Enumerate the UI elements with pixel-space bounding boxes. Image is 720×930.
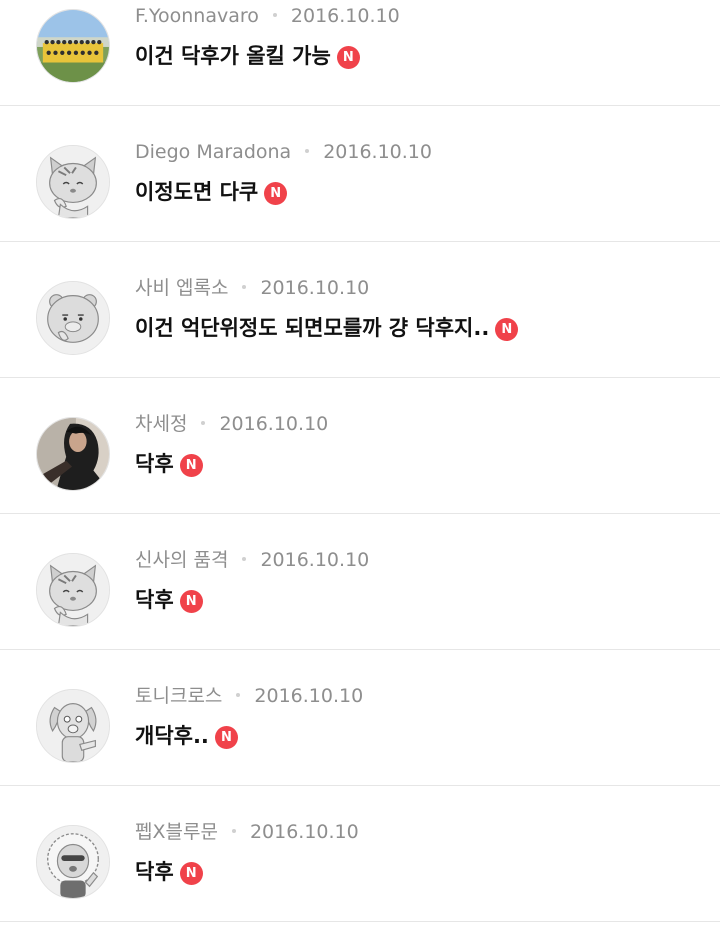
post-date: 2016.10.10 bbox=[254, 685, 364, 707]
author-name[interactable]: 신사의 품격 bbox=[135, 549, 228, 571]
post-title-text[interactable]: 닥후 bbox=[135, 588, 174, 612]
list-item[interactable]: 토니크로스 2016.10.10 개닥후.. N bbox=[0, 650, 720, 786]
bear-character-avatar[interactable] bbox=[36, 281, 110, 355]
post-title-text[interactable]: 이건 닥후가 올킬 가능 bbox=[135, 44, 331, 68]
post-meta: Diego Maradona 2016.10.10 bbox=[135, 140, 432, 164]
post-list: F.Yoonnavaro 2016.10.10 이건 닥후가 올킬 가능 N Die… bbox=[0, 0, 720, 922]
post-title-text[interactable]: 개닥후.. bbox=[135, 724, 209, 748]
separator-dot bbox=[201, 420, 206, 425]
author-name[interactable]: 사비 엡록소 bbox=[135, 277, 228, 299]
post-meta: 신사의 품격 2016.10.10 bbox=[135, 548, 369, 572]
person-photo-avatar[interactable] bbox=[36, 417, 110, 491]
cat-character-avatar[interactable] bbox=[36, 145, 110, 219]
lion-character-avatar[interactable] bbox=[36, 825, 110, 899]
new-badge-icon: N bbox=[179, 862, 203, 885]
list-item[interactable]: 펩X블루문 2016.10.10 닥후 N bbox=[0, 786, 720, 922]
post-title-text[interactable]: 닥후 bbox=[135, 452, 174, 476]
post-title[interactable]: 닥후 N bbox=[135, 450, 203, 478]
separator-dot bbox=[231, 828, 236, 833]
author-name[interactable]: F.Yoonnavaro bbox=[135, 5, 259, 27]
cat-character-avatar[interactable] bbox=[36, 553, 110, 627]
post-meta: F.Yoonnavaro 2016.10.10 bbox=[135, 4, 400, 28]
post-date: 2016.10.10 bbox=[260, 549, 370, 571]
post-title[interactable]: 닥후 N bbox=[135, 858, 203, 886]
post-date: 2016.10.10 bbox=[290, 5, 400, 27]
post-meta: 사비 엡록소 2016.10.10 bbox=[135, 276, 369, 300]
author-name[interactable]: 차세정 bbox=[135, 413, 187, 435]
post-title-text[interactable]: 이건 억단위정도 되면모를까 걍 닥후지.. bbox=[135, 316, 489, 340]
author-name[interactable]: 펩X블루문 bbox=[135, 821, 218, 843]
post-meta: 토니크로스 2016.10.10 bbox=[135, 684, 363, 708]
post-title-text[interactable]: 닥후 bbox=[135, 860, 174, 884]
post-title[interactable]: 개닥후.. N bbox=[135, 722, 238, 750]
post-date: 2016.10.10 bbox=[260, 277, 370, 299]
list-item[interactable]: 차세정 2016.10.10 닥후 N bbox=[0, 378, 720, 514]
post-date: 2016.10.10 bbox=[249, 821, 359, 843]
team-photo-avatar[interactable] bbox=[36, 9, 110, 83]
separator-dot bbox=[305, 148, 310, 153]
separator-dot bbox=[242, 284, 247, 289]
separator-dot bbox=[272, 12, 277, 17]
post-date: 2016.10.10 bbox=[323, 141, 432, 163]
separator-dot bbox=[242, 556, 247, 561]
new-badge-icon: N bbox=[179, 590, 203, 613]
new-badge-icon: N bbox=[214, 726, 238, 749]
dog-character-avatar[interactable] bbox=[36, 689, 110, 763]
post-meta: 차세정 2016.10.10 bbox=[135, 412, 328, 436]
list-item[interactable]: F.Yoonnavaro 2016.10.10 이건 닥후가 올킬 가능 N bbox=[0, 0, 720, 106]
post-date: 2016.10.10 bbox=[219, 413, 329, 435]
post-title-text[interactable]: 이정도면 다쿠 bbox=[135, 180, 258, 204]
list-item[interactable]: 사비 엡록소 2016.10.10 이건 억단위정도 되면모를까 걍 닥후지.. N bbox=[0, 242, 720, 378]
post-title[interactable]: 이건 억단위정도 되면모를까 걍 닥후지.. N bbox=[135, 314, 519, 342]
list-item[interactable]: 신사의 품격 2016.10.10 닥후 N bbox=[0, 514, 720, 650]
post-meta: 펩X블루문 2016.10.10 bbox=[135, 820, 359, 844]
separator-dot bbox=[236, 692, 241, 697]
post-title[interactable]: 이건 닥후가 올킬 가능 N bbox=[135, 42, 360, 70]
new-badge-icon: N bbox=[179, 454, 203, 477]
new-badge-icon: N bbox=[336, 46, 360, 69]
post-title[interactable]: 닥후 N bbox=[135, 586, 203, 614]
author-name[interactable]: Diego Maradona bbox=[135, 141, 291, 163]
new-badge-icon: N bbox=[264, 182, 288, 205]
post-title[interactable]: 이정도면 다쿠 N bbox=[135, 178, 288, 206]
author-name[interactable]: 토니크로스 bbox=[135, 685, 222, 707]
list-item[interactable]: Diego Maradona 2016.10.10 이정도면 다쿠 N bbox=[0, 106, 720, 242]
new-badge-icon: N bbox=[495, 318, 519, 341]
